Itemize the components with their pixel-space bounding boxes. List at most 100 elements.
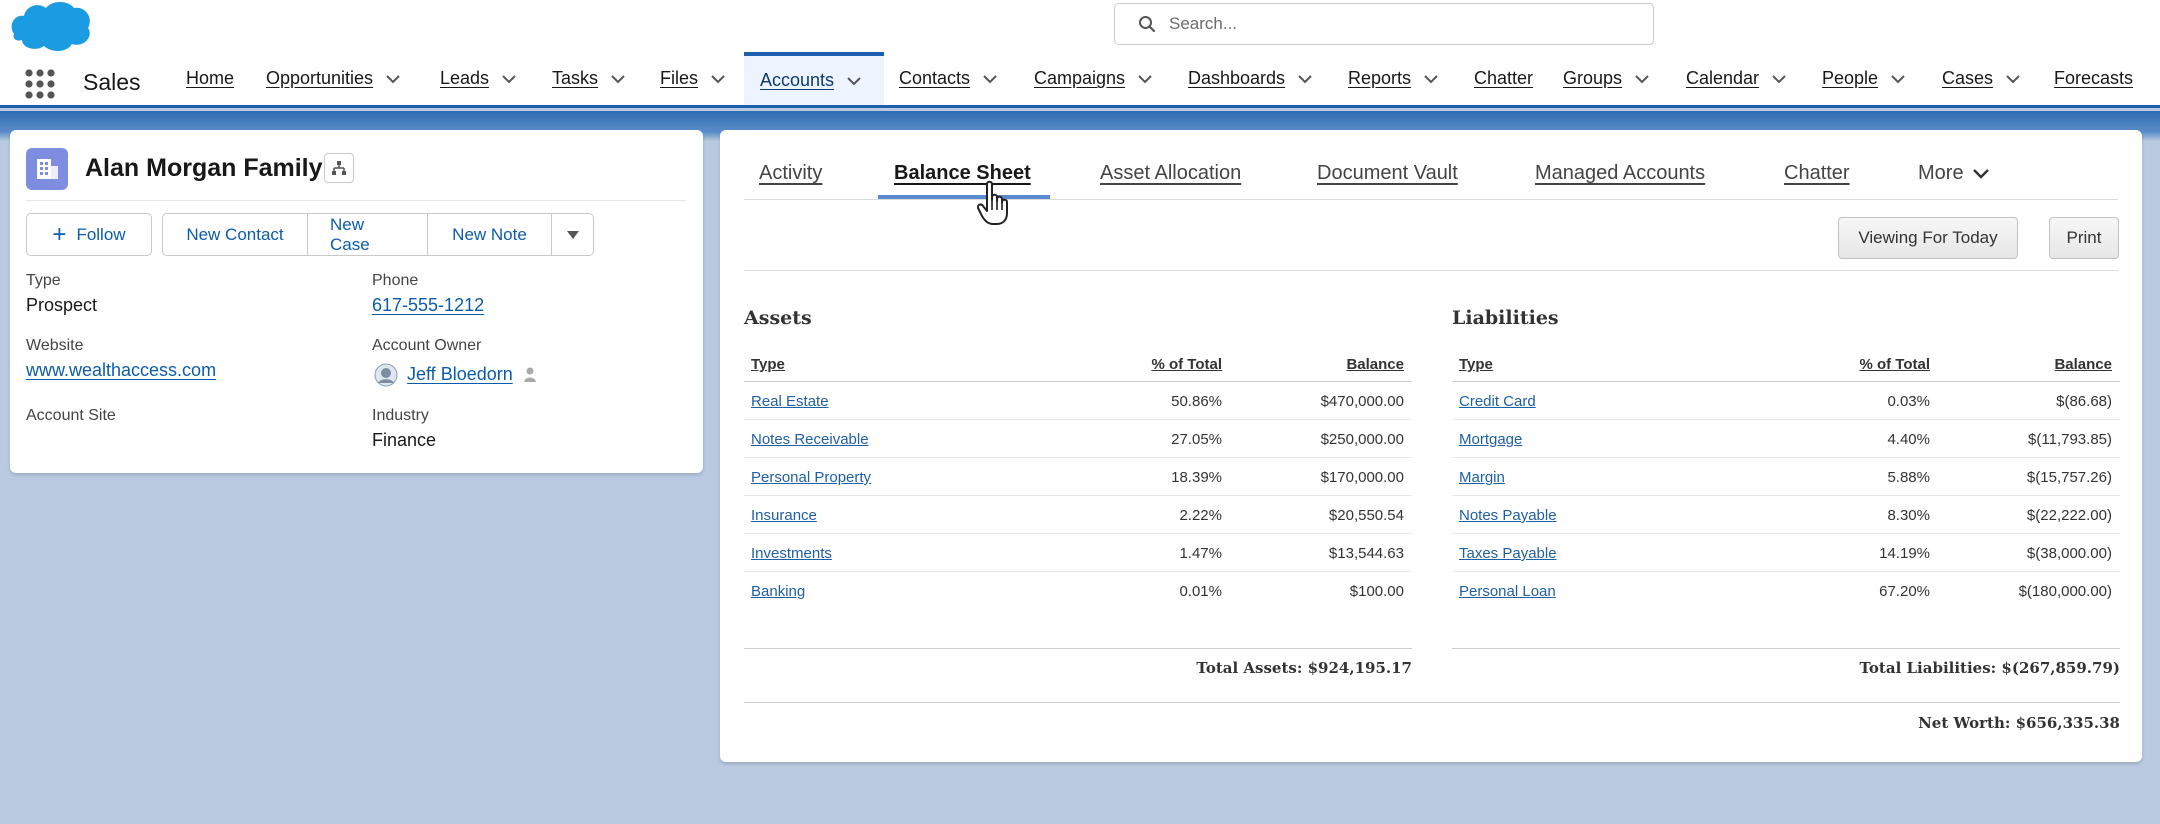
liabilities-total-divider (1452, 648, 2120, 649)
website-link[interactable]: www.wealthaccess.com (26, 360, 216, 381)
nav-item-label: Calendar (1686, 68, 1760, 88)
nav-item-label: Chatter (1474, 68, 1534, 88)
nav-item-opportunities[interactable]: Opportunities (266, 52, 401, 105)
chevron-down-icon[interactable] (385, 71, 401, 87)
table-row: Personal Loan 67.20% $(180,000.00) (1452, 572, 2120, 610)
nav-item-forecasts[interactable]: Forecasts (2054, 52, 2133, 105)
global-search[interactable] (1114, 3, 1654, 45)
app-launcher-icon[interactable] (24, 68, 56, 100)
liability-type-link[interactable]: Taxes Payable (1459, 545, 1557, 562)
chevron-down-icon[interactable] (501, 71, 517, 87)
assets-total-divider (744, 648, 1412, 649)
column-header-type[interactable]: Type (751, 356, 785, 373)
chevron-down-icon[interactable] (1297, 71, 1313, 87)
nav-item-home[interactable]: Home (186, 52, 234, 105)
liability-type-link[interactable]: Margin (1459, 469, 1505, 486)
nav-item-label: Tasks (552, 68, 599, 88)
follow-button[interactable]: + Follow (26, 213, 152, 256)
viewing-for-today-button[interactable]: Viewing For Today (1838, 217, 2018, 259)
asset-balance: $20,550.54 (1328, 507, 1404, 524)
nav-item-contacts[interactable]: Contacts (899, 52, 998, 105)
asset-type-link[interactable]: Notes Receivable (751, 431, 869, 448)
asset-type-link[interactable]: Investments (751, 545, 832, 562)
account-site-label: Account Site (26, 407, 116, 424)
liability-type-link[interactable]: Mortgage (1459, 431, 1522, 448)
view-hierarchy-button[interactable] (324, 153, 354, 183)
search-input[interactable] (1169, 14, 1629, 34)
column-header-pct[interactable]: % of Total (1151, 356, 1222, 373)
asset-balance: $470,000.00 (1320, 393, 1404, 410)
tab-activity[interactable]: Activity (759, 162, 822, 185)
tab-document-vault[interactable]: Document Vault (1317, 162, 1458, 185)
asset-type-link[interactable]: Real Estate (751, 393, 829, 410)
nav-item-label: Accounts (760, 70, 835, 90)
liability-balance: $(15,757.26) (2026, 469, 2112, 486)
chevron-down-icon[interactable] (1634, 71, 1650, 87)
column-header-pct[interactable]: % of Total (1859, 356, 1930, 373)
assets-title: Assets (744, 307, 812, 329)
owner-label: Account Owner (372, 337, 482, 354)
nav-item-cases[interactable]: Cases (1942, 52, 2021, 105)
asset-pct: 2.22% (1179, 507, 1222, 524)
liability-pct: 14.19% (1879, 545, 1930, 562)
asset-type-link[interactable]: Personal Property (751, 469, 871, 486)
nav-item-label: Home (186, 68, 235, 88)
phone-link[interactable]: 617-555-1212 (372, 295, 484, 316)
tab-more[interactable]: More (1918, 162, 1990, 185)
nav-item-tasks[interactable]: Tasks (552, 52, 626, 105)
nav-item-leads[interactable]: Leads (440, 52, 517, 105)
nav-item-accounts[interactable]: Accounts (744, 52, 884, 105)
chevron-down-icon[interactable] (2005, 71, 2021, 87)
owner-link[interactable]: Jeff Bloedorn (407, 364, 513, 385)
asset-type-link[interactable]: Insurance (751, 507, 817, 524)
liability-type-link[interactable]: Notes Payable (1459, 507, 1557, 524)
avatar (374, 363, 398, 387)
change-owner-icon[interactable] (522, 366, 538, 384)
tab-asset-allocation[interactable]: Asset Allocation (1100, 162, 1241, 185)
print-button[interactable]: Print (2049, 217, 2119, 259)
nav-item-label: Contacts (899, 68, 971, 88)
nav-item-reports[interactable]: Reports (1348, 52, 1439, 105)
liability-type-link[interactable]: Credit Card (1459, 393, 1536, 410)
nav-item-campaigns[interactable]: Campaigns (1034, 52, 1153, 105)
nav-item-label: Dashboards (1188, 68, 1286, 88)
liability-pct: 8.30% (1887, 507, 1930, 524)
nav-item-files[interactable]: Files (660, 52, 726, 105)
column-header-balance[interactable]: Balance (1346, 356, 1404, 373)
table-row: Mortgage 4.40% $(11,793.85) (1452, 420, 2120, 458)
chevron-down-icon[interactable] (1423, 71, 1439, 87)
nav-item-people[interactable]: People (1822, 52, 1906, 105)
asset-balance: $250,000.00 (1320, 431, 1404, 448)
asset-type-link[interactable]: Banking (751, 583, 805, 600)
salesforce-logo[interactable] (10, 0, 92, 52)
liabilities-title: Liabilities (1452, 307, 1559, 329)
assets-table: Type % of Total Balance Real Estate 50.8… (744, 346, 1412, 610)
net-worth-divider (744, 702, 2120, 703)
chevron-down-icon[interactable] (610, 71, 626, 87)
chevron-down-icon[interactable] (1890, 71, 1906, 87)
chevron-down-icon[interactable] (846, 73, 862, 89)
plus-icon: + (52, 220, 67, 248)
column-header-balance[interactable]: Balance (2054, 356, 2112, 373)
column-header-type[interactable]: Type (1459, 356, 1493, 373)
chevron-down-icon[interactable] (1771, 71, 1787, 87)
total-liabilities: Total Liabilities: $(267,859.79) (1859, 659, 2120, 677)
liability-pct: 5.88% (1887, 469, 1930, 486)
new-note-button[interactable]: New Note (428, 213, 552, 256)
nav-item-dashboards[interactable]: Dashboards (1188, 52, 1313, 105)
nav-item-chatter[interactable]: Chatter (1474, 52, 1533, 105)
chevron-down-icon[interactable] (982, 71, 998, 87)
tab-managed-accounts[interactable]: Managed Accounts (1535, 162, 1705, 185)
record-actions: + Follow New Contact New Case New Note (26, 213, 594, 256)
table-row: Notes Receivable 27.05% $250,000.00 (744, 420, 1412, 458)
chevron-down-icon[interactable] (1137, 71, 1153, 87)
nav-item-calendar[interactable]: Calendar (1686, 52, 1787, 105)
chevron-down-icon[interactable] (710, 71, 726, 87)
new-case-button[interactable]: New Case (308, 213, 428, 256)
tab-chatter[interactable]: Chatter (1784, 162, 1850, 185)
more-actions-button[interactable] (552, 213, 594, 256)
more-label: More (1918, 162, 1964, 184)
liability-type-link[interactable]: Personal Loan (1459, 583, 1556, 600)
nav-item-groups[interactable]: Groups (1563, 52, 1650, 105)
new-contact-button[interactable]: New Contact (162, 213, 308, 256)
